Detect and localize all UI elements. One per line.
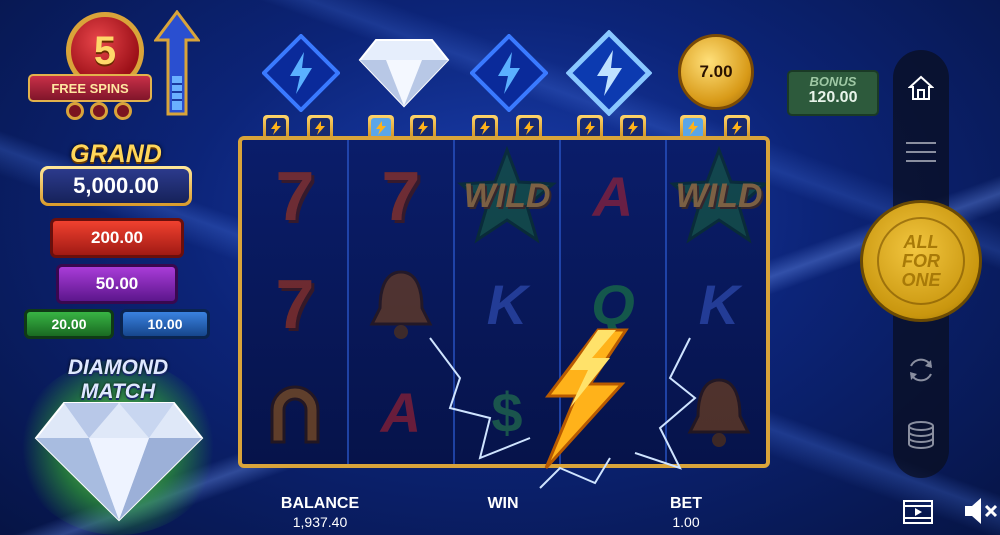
home-button[interactable] [898,68,944,108]
letter-q-symbol: Q [591,272,635,336]
bet-settings-button[interactable] [898,415,944,455]
pip-lightning-icon [727,118,747,138]
lightning-diamond-icon [262,34,340,112]
pip-lightning-icon [413,118,433,138]
grand-jackpot-box: 5,000.00 [40,166,192,206]
wild-symbol: WILD [666,142,766,250]
grand-jackpot-label: GRAND [70,140,162,168]
letter-k-symbol: K [698,272,740,336]
coin-value: 7.00 [699,62,733,81]
pip-lightning-icon [371,118,391,138]
bonus-label: BONUS [809,74,857,89]
sound-muted-icon[interactable] [962,494,998,528]
reel-grid: 7 7 7 A WILD K $ A Q WILD K [238,136,770,468]
autoplay-button[interactable] [898,350,944,390]
seven-symbol: 7 [275,157,315,235]
bonus-value: 120.00 [808,89,858,106]
progress-arrow-icon [154,10,200,116]
diamond-icon [358,39,450,108]
free-spins-dots [66,102,132,120]
pip-lightning-icon [519,118,539,138]
dollar-symbol: $ [491,380,523,444]
horseshoe-icon [242,358,348,464]
seven-symbol: 7 [275,265,315,343]
lightning-diamond-glow-icon [566,30,652,116]
free-spins-dot [90,102,108,120]
letter-a-symbol: A [592,164,634,228]
grand-jackpot-value: 5,000.00 [43,169,189,203]
bell-icon [666,358,766,464]
autoplay-icon [910,358,932,382]
grand-jackpot: GRAND 5,000.00 [40,140,192,206]
minor-jackpot-value: 50.00 [56,264,178,304]
home-icon [908,75,934,100]
pip-lightning-icon [475,118,495,138]
balance-label: BALANCE [280,495,360,512]
bet-label: BET [670,495,702,512]
coin-stack-icon [908,421,934,449]
balance-value: 1,937.40 [292,514,348,530]
balance-display: BALANCE 1,937.40 [270,495,370,530]
bonus-box: BONUS 120.00 [787,70,879,116]
diamond-match-title: DIAMOND MATCH [18,356,218,404]
mini-jackpot-value: 20.00 [24,309,114,339]
win-display: WIN [468,495,538,514]
free-spins-dot [66,102,84,120]
diamond-match-feature: DIAMOND MATCH [18,350,218,535]
pip-lightning-icon [580,118,600,138]
bolt-symbol [560,358,666,464]
menu-button[interactable] [898,132,944,172]
diamond-match-line1: DIAMOND [67,356,169,379]
wild-symbol: WILD [454,142,560,250]
bell-icon [348,250,454,358]
spin-ring [877,217,965,305]
free-spins-label: FREE SPINS [28,74,152,102]
micro-jackpot-value: 10.00 [120,309,210,339]
pip-lightning-icon [266,118,286,138]
diamond-icon [34,402,204,522]
free-spins-badge: 5 FREE SPINS [28,8,208,123]
letter-a-symbol: A [380,380,422,444]
win-label: WIN [487,495,519,512]
hamburger-icon [906,142,936,162]
free-spins-dot [114,102,132,120]
bet-value: 1.00 [672,514,700,530]
seven-symbol: 7 [381,157,421,235]
letter-k-symbol: K [486,272,528,336]
free-spins-count: 5 [93,28,117,73]
bet-display: BET 1.00 [651,495,721,530]
lightning-diamond-icon [470,34,548,112]
coin-symbol: 7.00 [678,34,754,110]
video-replay-icon[interactable] [902,498,934,526]
pip-lightning-icon [683,118,703,138]
pip-lightning-icon [310,118,330,138]
major-jackpot-value: 200.00 [50,218,184,258]
pip-lightning-icon [623,118,643,138]
spin-button[interactable]: ALL FOR ONE [860,200,982,322]
